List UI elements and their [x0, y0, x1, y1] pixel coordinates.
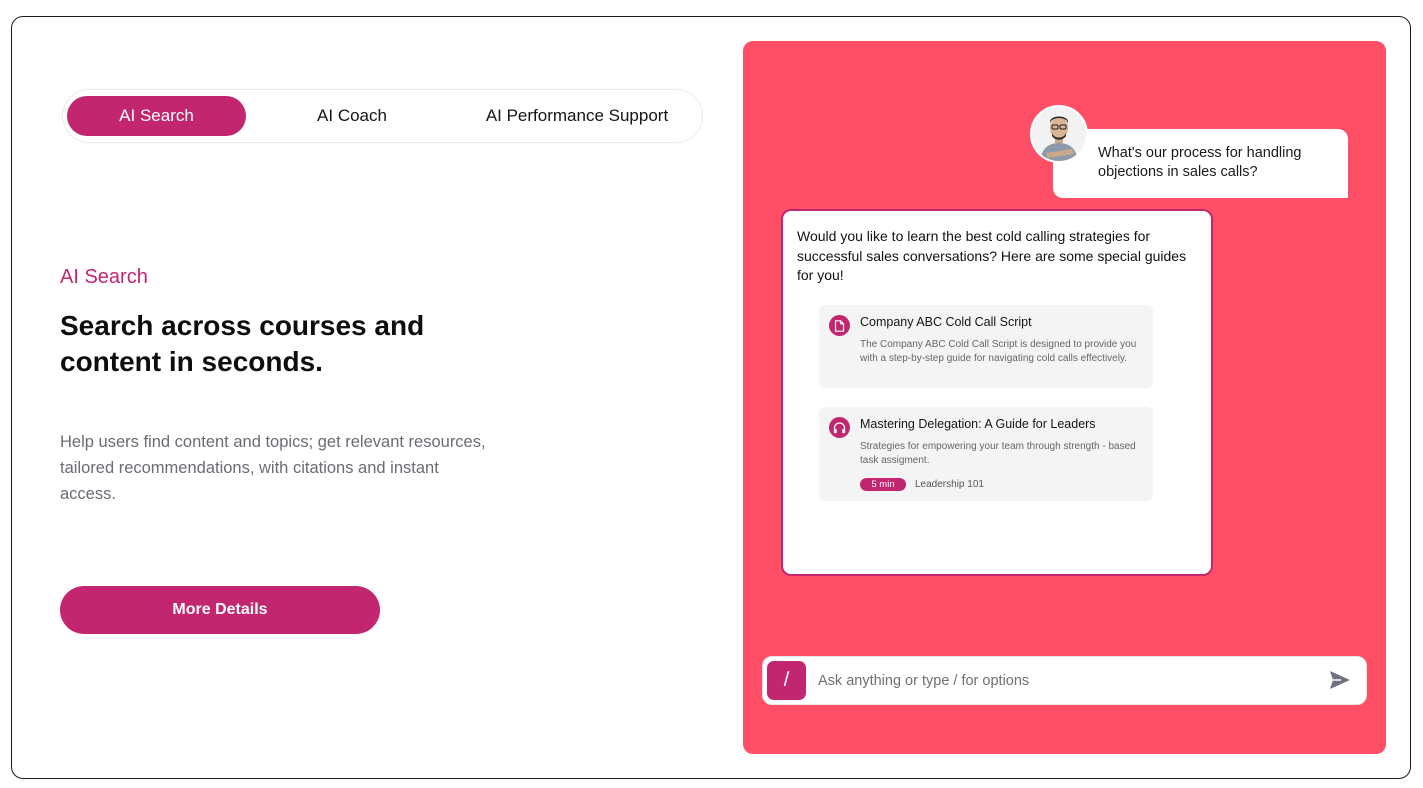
user-message-bubble: What's our process for handling objectio…	[1053, 129, 1348, 198]
feature-tabs: AI Search AI Coach AI Performance Suppor…	[62, 89, 703, 143]
course-label: Leadership 101	[915, 479, 984, 490]
user-message-text: What's our process for handling objectio…	[1098, 145, 1302, 180]
assistant-message-bubble: Would you like to learn the best cold ca…	[781, 209, 1213, 576]
result-card-title: Mastering Delegation: A Guide for Leader…	[860, 417, 1096, 431]
section-headline: Search across courses and content in sec…	[60, 310, 425, 377]
result-card-description: The Company ABC Cold Call Script is desi…	[860, 339, 1137, 364]
more-details-button[interactable]: More Details	[60, 586, 380, 634]
tab-ai-performance-support[interactable]: AI Performance Support	[463, 96, 691, 136]
tab-ai-coach[interactable]: AI Coach	[263, 96, 441, 136]
user-avatar	[1030, 105, 1088, 163]
send-icon[interactable]	[1329, 670, 1353, 694]
result-card-description: Strategies for empowering your team thro…	[860, 441, 1136, 466]
result-card[interactable]: Mastering Delegation: A Guide for Leader…	[819, 407, 1153, 501]
section-description: Help users find content and topics; get …	[60, 433, 486, 503]
chat-input[interactable]	[818, 665, 1318, 697]
assistant-message-text: Would you like to learn the best cold ca…	[797, 228, 1187, 283]
slash-command-button[interactable]: /	[767, 661, 806, 700]
result-card[interactable]: Company ABC Cold Call Script The Company…	[819, 305, 1153, 388]
section-eyebrow: AI Search	[60, 266, 148, 288]
user-avatar-image	[1032, 107, 1086, 161]
chat-input-bar: /	[762, 656, 1367, 705]
chat-preview-panel: What's our process for handling objectio…	[743, 41, 1386, 754]
headphones-icon	[829, 417, 850, 438]
tab-ai-search[interactable]: AI Search	[67, 96, 246, 136]
document-icon	[829, 315, 850, 336]
result-card-title: Company ABC Cold Call Script	[860, 315, 1032, 329]
duration-badge: 5 min	[860, 478, 906, 491]
